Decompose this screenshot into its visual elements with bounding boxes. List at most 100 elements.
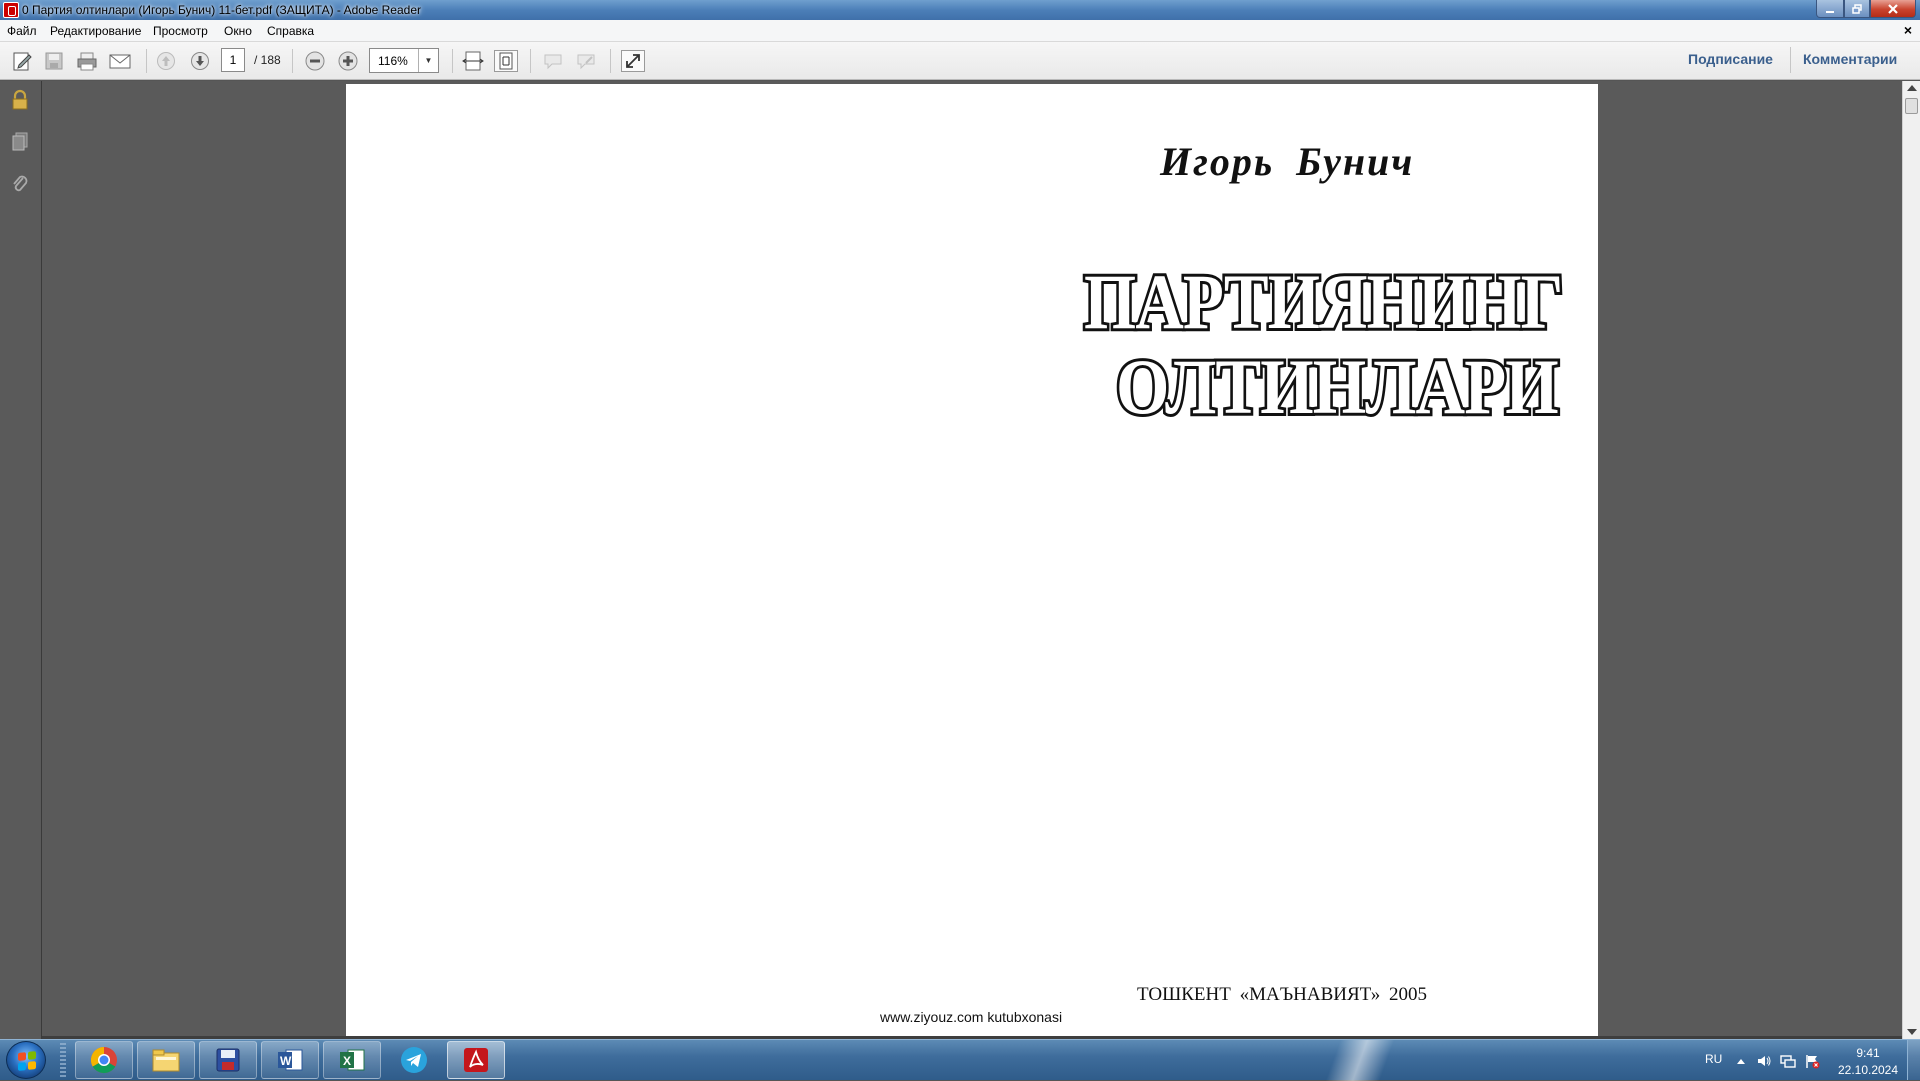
book-title-line-2: ОЛТИНЛАРИ [1113,340,1561,433]
start-button[interactable] [6,1041,46,1079]
show-desktop-button[interactable] [1907,1040,1920,1080]
publisher-imprint: ТОШКЕНТ «МАЪНАВИЯТ» 2005 [1137,984,1428,1005]
minus-circle-icon [305,51,325,71]
arrow-up-circle-icon [157,52,175,70]
highlight-button[interactable] [574,50,598,72]
edit-document-icon [13,52,32,71]
clock-time: 9:41 [1856,1046,1880,1060]
taskbar-telegram[interactable] [385,1041,443,1079]
page-number-input[interactable]: 1 [221,48,245,72]
taskbar-adobe-reader[interactable] [447,1041,505,1079]
chevron-up-icon [1737,1059,1745,1064]
scroll-up-icon[interactable] [1907,85,1917,91]
window-title: 0 Партия олтинлари (Игорь Бунич) 11-бет.… [22,3,421,17]
chevron-down-icon[interactable]: ▼ [418,49,438,72]
toolbar-separator [292,49,293,73]
taskbar-grip [60,1043,66,1077]
telegram-icon [401,1047,427,1073]
menu-window[interactable]: Окно [224,24,252,38]
lock-icon [12,89,28,110]
file-explorer-icon [152,1049,180,1072]
vertical-scrollbar[interactable] [1902,81,1920,1039]
menu-file[interactable]: Файл [7,24,37,38]
svg-text:X: X [343,1054,351,1068]
envelope-icon [109,54,131,69]
menu-bar: Файл Редактирование Просмотр Окно Справк… [0,20,1920,42]
minimize-button[interactable] [1816,0,1844,18]
window-controls [1816,0,1916,18]
pages-icon [12,132,28,151]
system-clock[interactable]: 9:41 22.10.2024 [1830,1045,1906,1079]
menu-view[interactable]: Просмотр [153,24,208,38]
scroll-down-icon[interactable] [1907,1029,1917,1035]
toolbar-separator [452,49,453,73]
taskbar-save-app[interactable] [199,1041,257,1079]
restore-button[interactable] [1844,0,1870,18]
flag-alert-icon [1806,1055,1820,1069]
chrome-icon [90,1046,117,1074]
fit-width-icon [462,51,484,71]
restore-icon [1852,3,1862,14]
action-center-button[interactable] [1804,1053,1820,1069]
scrolling-mode-button[interactable] [461,50,485,72]
sign-panel-link[interactable]: Подписание [1688,51,1773,67]
taskbar-word[interactable]: W [261,1041,319,1079]
toolbar-separator [610,49,611,73]
previous-page-button[interactable] [154,50,178,72]
taskbar-chrome[interactable] [75,1041,133,1079]
highlight-icon [577,54,595,70]
expand-icon [626,54,640,68]
zoom-select[interactable]: 116% ▼ [369,48,439,73]
zoom-in-button[interactable] [336,50,360,72]
attachments-button[interactable] [8,171,32,197]
clock-date: 22.10.2024 [1837,1063,1899,1077]
taskbar-excel[interactable]: X [323,1041,381,1079]
windows-logo-icon [18,1051,36,1071]
title-bar[interactable]: 0 Партия олтинлари (Игорь Бунич) 11-бет.… [0,0,1920,20]
zoom-out-button[interactable] [303,50,327,72]
print-button[interactable] [75,50,99,72]
svg-text:W: W [280,1054,292,1068]
save-icon [45,52,63,70]
show-hidden-icons-button[interactable] [1733,1053,1749,1069]
adobe-reader-app-icon[interactable] [3,2,19,18]
next-page-button[interactable] [188,50,212,72]
close-document-icon[interactable]: × [1904,22,1912,38]
book-author: Игорь Бунич [1160,139,1415,184]
fit-page-button[interactable] [494,50,518,72]
printer-icon [77,52,97,71]
close-button[interactable] [1870,0,1916,18]
menu-edit[interactable]: Редактирование [50,24,141,38]
toolbar [0,42,1920,80]
page-thumbnails-button[interactable] [8,129,32,155]
save-button[interactable] [42,50,66,72]
page-footer-text: www.ziyouz.com kutubxonasi [880,1009,1063,1025]
arrow-down-circle-icon [191,52,209,70]
pdf-page [346,84,1598,1037]
navigation-panel [0,81,42,1039]
network-icon [1780,1055,1796,1068]
security-button[interactable] [8,87,32,113]
menu-help[interactable]: Справка [267,24,314,38]
create-pdf-button[interactable] [10,50,34,72]
full-screen-button[interactable] [621,50,645,72]
network-button[interactable] [1780,1053,1796,1069]
volume-button[interactable] [1756,1053,1772,1069]
scroll-thumb[interactable] [1905,98,1918,114]
save-disk-icon [216,1048,240,1072]
email-button[interactable] [108,50,132,72]
close-icon [1888,3,1898,14]
minimize-icon [1826,10,1834,13]
book-title-line-1: ПАРТИЯНИНГ [1081,255,1565,348]
comments-panel-link[interactable]: Комментарии [1803,51,1897,67]
adobe-reader-icon [464,1048,488,1072]
taskbar-glow [1300,1040,1420,1081]
page-total-label: / 188 [254,53,281,67]
plus-circle-icon [338,51,358,71]
language-indicator[interactable]: RU [1705,1052,1722,1066]
speech-bubble-icon [544,54,562,70]
taskbar-explorer[interactable] [137,1041,195,1079]
toolbar-separator [1790,47,1791,73]
fit-page-icon [499,52,513,70]
add-comment-button[interactable] [541,50,565,72]
